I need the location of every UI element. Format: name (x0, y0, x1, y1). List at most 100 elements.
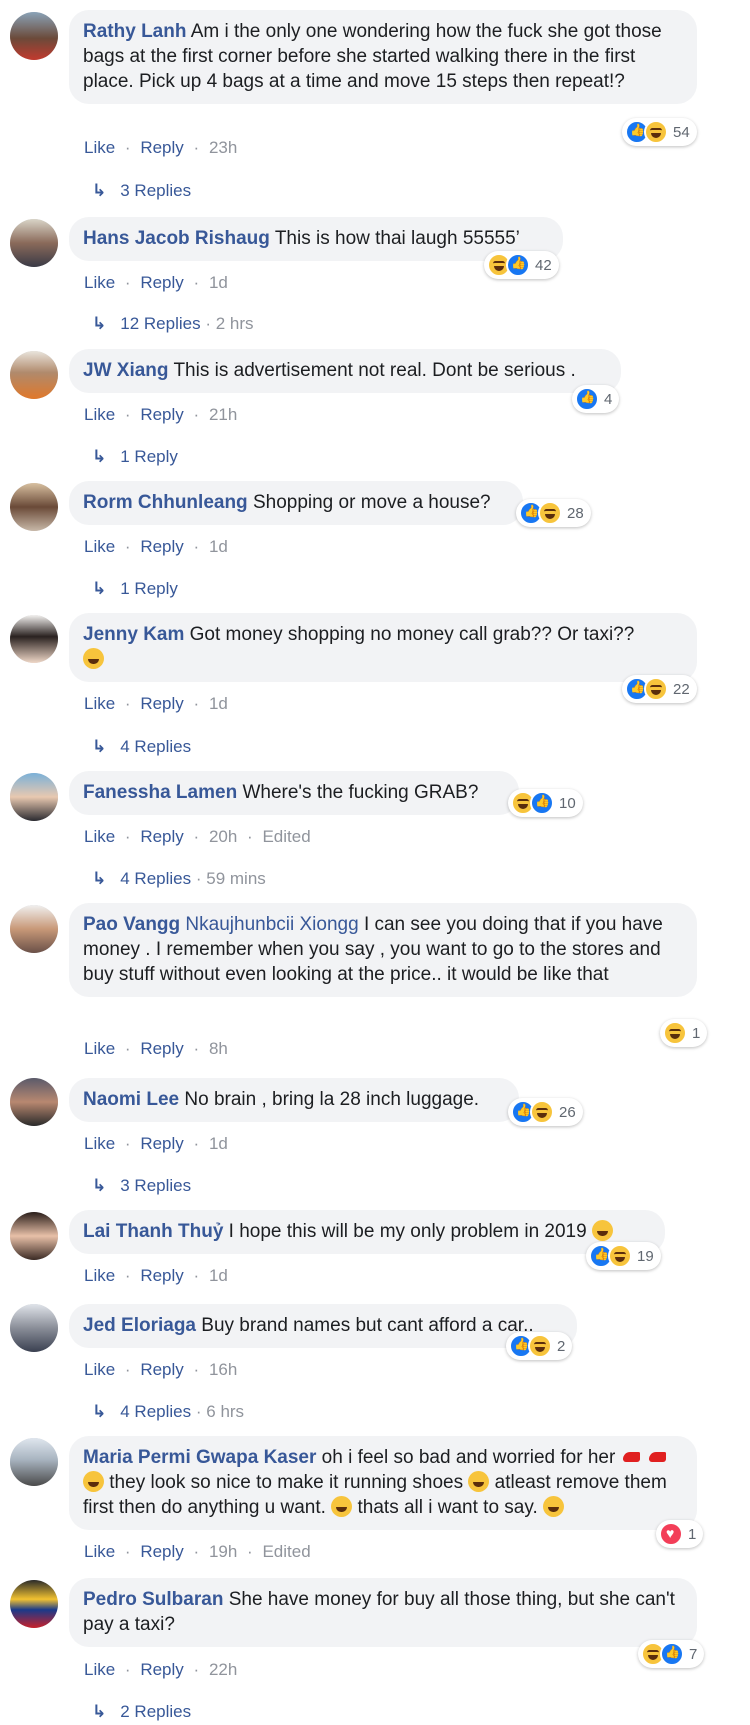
comment-text: Got money shopping no money call grab?? … (189, 624, 635, 645)
comment-timestamp[interactable]: 20h (209, 827, 237, 846)
like-button[interactable]: Like (84, 1134, 115, 1153)
reaction-summary[interactable]: 4 (572, 385, 620, 413)
comment-timestamp[interactable]: 8h (209, 1039, 228, 1058)
comment-author[interactable]: Hans Jacob Rishaug (83, 228, 270, 249)
comment-feed: Rathy Lanh Am i the only one wondering h… (0, 0, 750, 1725)
reaction-summary[interactable]: 1 (656, 1520, 704, 1548)
replies-count[interactable]: 12 Replies (120, 314, 200, 333)
view-replies-link[interactable]: ↳ 12 Replies · 2 hrs (92, 314, 254, 334)
replies-count[interactable]: 1 Reply (120, 447, 178, 466)
reply-button[interactable]: Reply (140, 1360, 183, 1379)
comment-author[interactable]: Jed Eloriaga (83, 1315, 196, 1336)
reply-button[interactable]: Reply (140, 694, 183, 713)
reaction-summary[interactable]: 7 (638, 1640, 705, 1668)
view-replies-link[interactable]: ↳ 2 Replies (92, 1702, 191, 1722)
comment-timestamp[interactable]: 1d (209, 273, 228, 292)
avatar[interactable] (10, 773, 58, 821)
reply-button[interactable]: Reply (140, 1266, 183, 1285)
reaction-summary[interactable]: 42 (484, 251, 559, 279)
comment-timestamp[interactable]: 1d (209, 1266, 228, 1285)
comment-author[interactable]: Maria Permi Gwapa Kaser (83, 1447, 316, 1468)
replies-count[interactable]: 4 Replies (120, 869, 191, 888)
comment-actions: Like · Reply · 23h (84, 138, 237, 158)
tears-of-joy-emoji-icon (83, 648, 104, 669)
reaction-summary[interactable]: 19 (586, 1242, 661, 1270)
avatar[interactable] (10, 1304, 58, 1352)
like-button[interactable]: Like (84, 694, 115, 713)
like-button[interactable]: Like (84, 827, 115, 846)
comment-timestamp[interactable]: 22h (209, 1660, 237, 1679)
avatar[interactable] (10, 1212, 58, 1260)
edited-label[interactable]: Edited (262, 1542, 310, 1561)
reaction-summary[interactable]: 26 (508, 1098, 583, 1126)
view-replies-link[interactable]: ↳ 3 Replies (92, 1176, 191, 1196)
avatar[interactable] (10, 1580, 58, 1628)
like-button[interactable]: Like (84, 537, 115, 556)
replies-count[interactable]: 1 Reply (120, 579, 178, 598)
replies-count[interactable]: 3 Replies (120, 181, 191, 200)
comment-author[interactable]: Pao Vangg (83, 914, 180, 935)
reaction-summary[interactable]: 28 (516, 499, 591, 527)
reaction-summary[interactable]: 22 (622, 675, 697, 703)
reaction-summary[interactable]: 2 (506, 1332, 573, 1360)
like-button[interactable]: Like (84, 1266, 115, 1285)
like-button[interactable]: Like (84, 405, 115, 424)
tagged-user[interactable]: Nkaujhunbcii Xiongg (185, 914, 358, 935)
replies-count[interactable]: 4 Replies (120, 737, 191, 756)
comment-author[interactable]: Pedro Sulbaran (83, 1589, 223, 1610)
view-replies-link[interactable]: ↳ 3 Replies (92, 181, 191, 201)
reply-button[interactable]: Reply (140, 827, 183, 846)
like-button[interactable]: Like (84, 1039, 115, 1058)
comment-author[interactable]: Fanessha Lamen (83, 782, 237, 803)
comment-timestamp[interactable]: 16h (209, 1360, 237, 1379)
replies-count[interactable]: 2 Replies (120, 1702, 191, 1721)
comment-timestamp[interactable]: 1d (209, 694, 228, 713)
comment-timestamp[interactable]: 1d (209, 537, 228, 556)
comment-author[interactable]: JW Xiang (83, 360, 169, 381)
comment-timestamp[interactable]: 23h (209, 138, 237, 157)
avatar[interactable] (10, 351, 58, 399)
like-button[interactable]: Like (84, 1360, 115, 1379)
avatar[interactable] (10, 483, 58, 531)
reply-button[interactable]: Reply (140, 1542, 183, 1561)
view-replies-link[interactable]: ↳ 1 Reply (92, 579, 178, 599)
like-button[interactable]: Like (84, 1660, 115, 1679)
like-button[interactable]: Like (84, 1542, 115, 1561)
avatar[interactable] (10, 1078, 58, 1126)
avatar[interactable] (10, 1438, 58, 1486)
reaction-summary[interactable]: 10 (508, 789, 583, 817)
reaction-summary[interactable]: 1 (660, 1019, 708, 1047)
comment-timestamp[interactable]: 19h (209, 1542, 237, 1561)
replies-count[interactable]: 4 Replies (120, 1402, 191, 1421)
reply-button[interactable]: Reply (140, 1134, 183, 1153)
avatar[interactable] (10, 219, 58, 267)
avatar[interactable] (10, 905, 58, 953)
comment-author[interactable]: Lai Thanh Thuỷ (83, 1221, 223, 1242)
avatar[interactable] (10, 615, 58, 663)
view-replies-link[interactable]: ↳ 1 Reply (92, 447, 178, 467)
replies-count[interactable]: 3 Replies (120, 1176, 191, 1195)
comment-author[interactable]: Naomi Lee (83, 1089, 179, 1110)
reply-button[interactable]: Reply (140, 405, 183, 424)
comment-timestamp[interactable]: 1d (209, 1134, 228, 1153)
comment-author[interactable]: Rorm Chhunleang (83, 492, 248, 513)
reply-button[interactable]: Reply (140, 537, 183, 556)
comment-author[interactable]: Rathy Lanh (83, 21, 186, 42)
like-button[interactable]: Like (84, 273, 115, 292)
reaction-summary[interactable]: 54 (622, 118, 697, 146)
view-replies-link[interactable]: ↳ 4 Replies (92, 737, 191, 757)
edited-label[interactable]: Edited (262, 827, 310, 846)
reply-button[interactable]: Reply (140, 273, 183, 292)
view-replies-link[interactable]: ↳ 4 Replies · 59 mins (92, 869, 266, 889)
avatar[interactable] (10, 12, 58, 60)
comment-timestamp[interactable]: 21h (209, 405, 237, 424)
reaction-count: 22 (673, 680, 690, 698)
reaction-count: 2 (557, 1337, 566, 1355)
reply-button[interactable]: Reply (140, 1660, 183, 1679)
reply-button[interactable]: Reply (140, 138, 183, 157)
separator: · (247, 827, 253, 846)
view-replies-link[interactable]: ↳ 4 Replies · 6 hrs (92, 1402, 244, 1422)
reply-button[interactable]: Reply (140, 1039, 183, 1058)
like-button[interactable]: Like (84, 138, 115, 157)
comment-author[interactable]: Jenny Kam (83, 624, 184, 645)
